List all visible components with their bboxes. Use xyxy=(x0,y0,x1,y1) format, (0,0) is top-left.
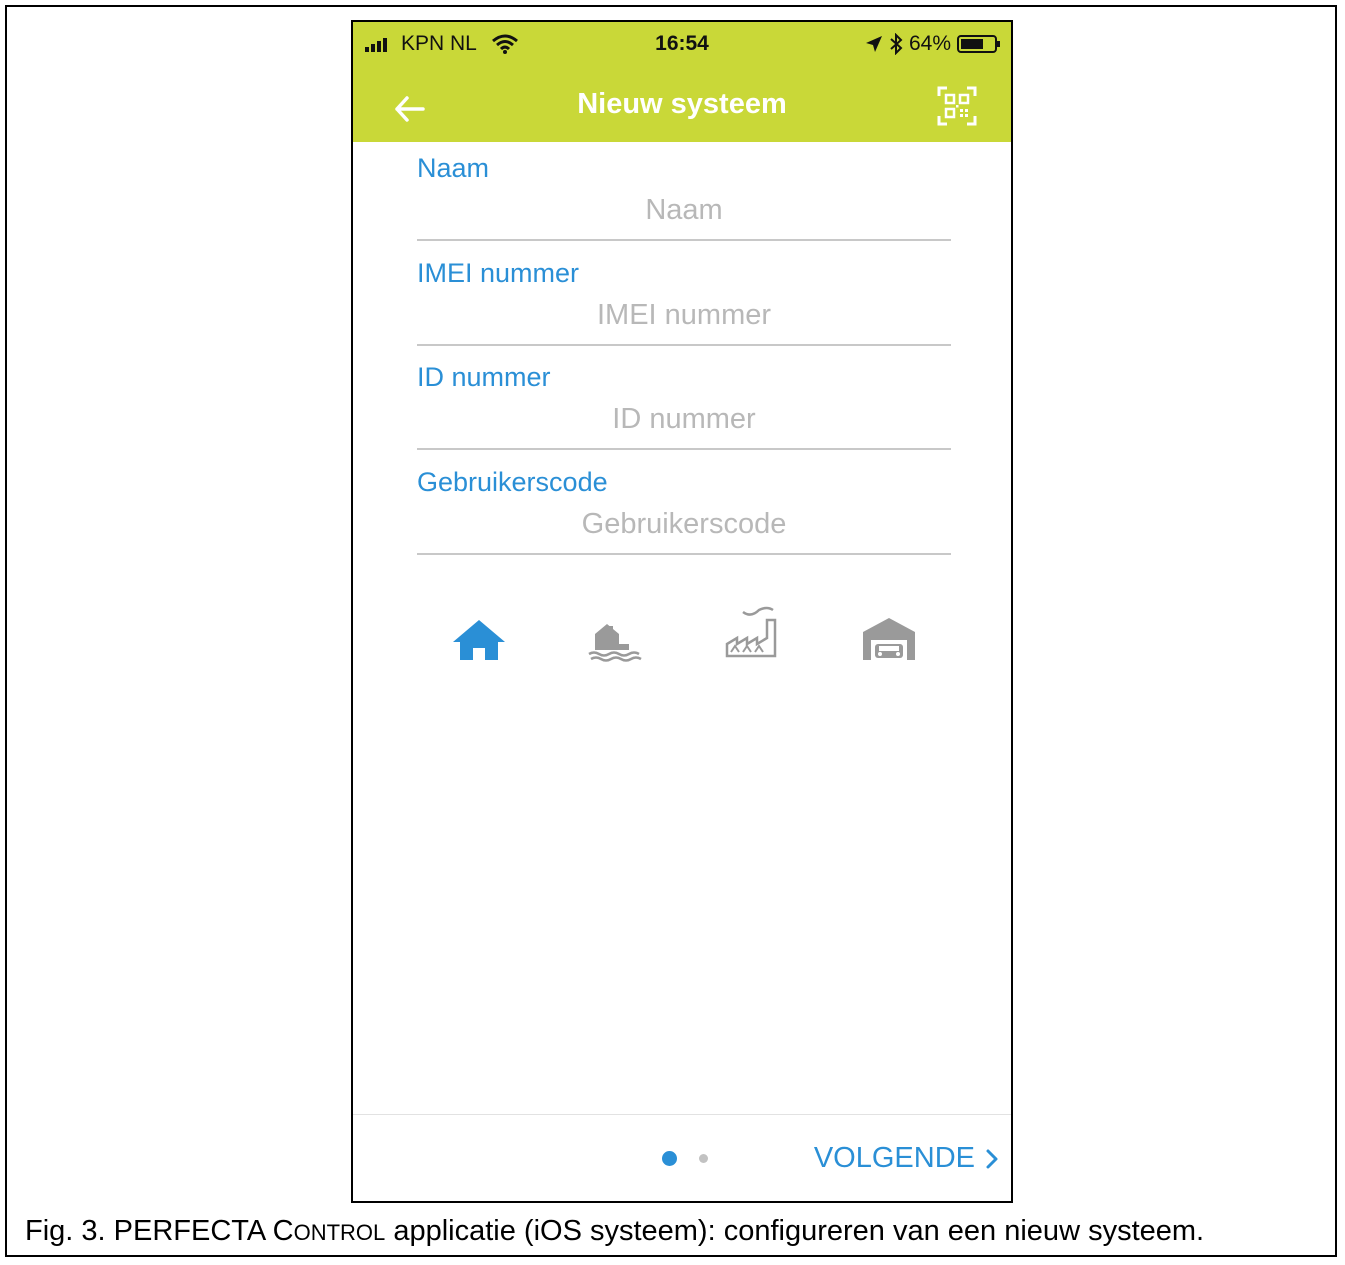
system-type-garage[interactable] xyxy=(859,612,919,664)
footer-divider xyxy=(353,1114,1011,1115)
caption-prefix: Fig. 3. PERFECTA C xyxy=(25,1215,294,1247)
qr-code-icon xyxy=(937,86,977,126)
bluetooth-icon xyxy=(890,33,903,55)
system-type-factory[interactable] xyxy=(723,606,783,664)
page-title: Nieuw systeem xyxy=(577,88,787,120)
user-code-field: Gebruikerscode xyxy=(417,467,951,555)
battery-icon xyxy=(957,35,1000,53)
name-field-label: Naam xyxy=(417,153,490,183)
qr-scan-button[interactable] xyxy=(937,86,977,126)
garage-icon xyxy=(863,618,915,660)
page-dot-active xyxy=(662,1151,677,1166)
chevron-right-icon xyxy=(986,1149,998,1168)
next-button-label: VOLGENDE xyxy=(813,1142,975,1174)
phone-screen: KPN NL 16:54 64% Nieuw systeem Naam Naam… xyxy=(351,20,1013,1203)
name-input[interactable] xyxy=(417,194,951,241)
nav-bar: Nieuw systeem xyxy=(353,80,1011,136)
lake-house-icon xyxy=(588,624,642,662)
user-code-field-label: Gebruikerscode xyxy=(417,467,608,497)
id-input[interactable] xyxy=(417,403,951,450)
figure-caption: Fig. 3. PERFECTA CONTROL applicatie (iOS… xyxy=(25,1215,1204,1248)
location-icon xyxy=(865,36,882,52)
id-field-label: ID nummer xyxy=(417,362,551,392)
system-type-selector xyxy=(353,606,1011,672)
system-type-home[interactable] xyxy=(449,612,509,664)
factory-icon xyxy=(725,606,777,658)
id-field: ID nummer xyxy=(417,362,951,450)
app-header: KPN NL 16:54 64% Nieuw systeem xyxy=(353,22,1011,142)
user-code-input[interactable] xyxy=(417,508,951,555)
imei-field-label: IMEI nummer xyxy=(417,258,580,288)
home-icon xyxy=(453,620,505,660)
next-button[interactable]: VOLGENDE xyxy=(814,1142,999,1175)
system-type-lake-house[interactable] xyxy=(585,612,645,664)
battery-percentage: 64% xyxy=(908,32,951,55)
figure-frame: KPN NL 16:54 64% Nieuw systeem Naam Naam… xyxy=(5,5,1337,1257)
status-bar: KPN NL 16:54 64% xyxy=(353,32,1011,64)
caption-smallcaps: ONTROL xyxy=(293,1220,386,1245)
page-dot xyxy=(699,1154,708,1163)
imei-input[interactable] xyxy=(417,299,951,346)
imei-field: IMEI nummer xyxy=(417,258,951,346)
name-field: Naam xyxy=(417,153,951,241)
caption-suffix: applicatie (iOS systeem): configureren v… xyxy=(385,1215,1205,1247)
